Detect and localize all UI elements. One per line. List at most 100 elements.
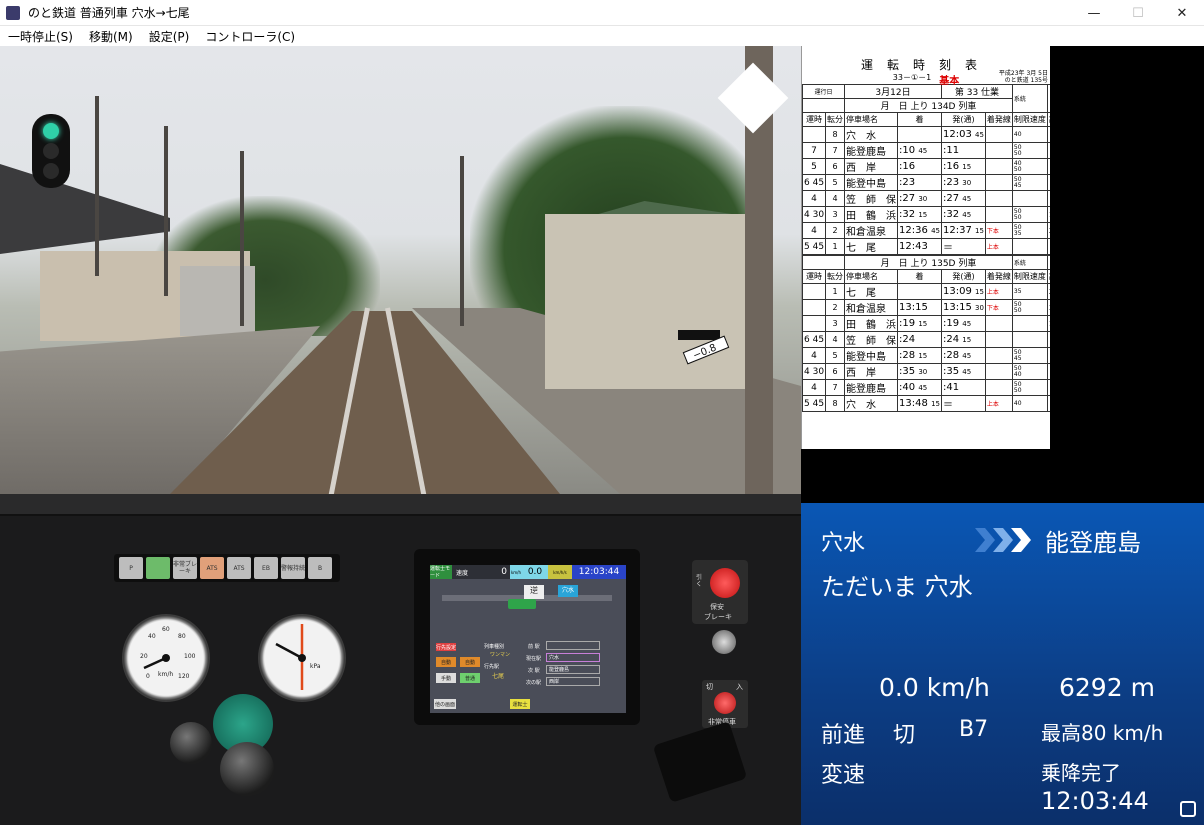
stop-label-off: 切 [706,683,713,691]
cab-button-ats-orange[interactable]: ATS [200,557,224,579]
tt2-direction: 上り [910,259,929,269]
tt-stop-no: 4 [825,331,846,348]
tt-arrival-time: :16 [899,161,916,172]
tt-arrival: :24 [897,331,942,348]
tt-departure: ＝ [940,395,986,412]
tt1-no: 第 [954,88,964,98]
tt-departure-sec: 15 [962,163,972,171]
signal-lamp-3 [43,163,59,179]
tt-stop-no: 8 [825,395,846,412]
monitor-btn-menu[interactable]: 他の画面 [434,699,456,709]
tt-departure-sec: 15 [975,227,984,235]
master-controller-handle[interactable] [652,721,748,803]
brake-handle-knob[interactable] [220,742,274,796]
timetable-row: 4 303田 鶴 浜:32 15:32 4550 50133D [802,206,1050,223]
menu-settings[interactable]: 設定(P) [141,28,198,45]
rotary-switch[interactable] [712,630,736,654]
tt-speed-limit: 50 50 [1011,299,1048,316]
title-bar: のと鉄道 普通列車 穴水→七尾 — ☐ ✕ [0,0,1204,26]
cab-button-ats[interactable]: ATS [227,557,251,579]
tt-departure-time: :19 [942,318,960,329]
tt1-date: 3月12日 [844,84,942,99]
cab-button-alarm[interactable]: 警報持続 [281,557,305,579]
timetable-section-1-rows: 8穴 水 12:03 45 40 7 7 能登鹿島:10 45:11 50 50 5 6 西 … [802,126,1050,255]
tt1-work-label: 仕業 [981,88,1000,98]
timetable-sub-left: 33－①－1 [892,73,932,82]
menu-move[interactable]: 移動(M) [81,28,141,45]
safety-brake-pull: 引く [696,574,703,588]
tt-stop-no: 6 [825,363,846,380]
minimize-button[interactable]: — [1072,0,1116,26]
cab-button-p[interactable]: P [119,557,143,579]
tt-departure: :19 45 [940,315,986,332]
tt-arrival-time: 13:48 [899,398,928,409]
cab-button-b[interactable]: B [308,557,332,579]
tt-departure-time: ＝ [942,400,953,411]
speedo-tick-80: 80 [178,633,186,640]
tt-speed-limit [1011,331,1048,348]
monitor-btn-auto[interactable]: 自動 [436,657,456,667]
tt1-month-day: 月 日 [880,102,908,112]
tt-departure-sec: 15 [962,336,972,344]
tt-speed-limit [1011,315,1048,332]
timetable-row: 4 30 6 西 岸:35 30:35 45 50 40 [802,363,1050,380]
tt-run-time: 6 45 [802,174,827,191]
speedo-tick-100: 100 [184,653,196,660]
timetable-row: 1七 尾 13:09 15上本352028M [802,283,1050,300]
transmission-readout: 変速 [821,763,866,788]
forward-view: −0.8 [0,46,801,494]
tt2-h-station: 停車場名 [844,269,899,284]
timetable-section-2-rows: 1七 尾 13:09 15上本352028M2和倉温泉13:15 13:15 3… [802,283,1050,412]
stop-switch-button[interactable] [714,692,736,714]
timetable-row: 56西 岸:16 :16 15 40 50 [802,158,1050,175]
safety-brake-panel: 引く 保安 ブレーキ [692,560,748,624]
tt-track: 下本 [984,222,1013,239]
reverser-handle[interactable] [170,722,212,764]
tt-speed-limit: 50 45 [1011,347,1048,364]
cab-button-green[interactable] [146,557,170,579]
tt-departure: 12:03 45 [940,126,986,143]
timetable-section-2: 月 日 上り 135D 列車 系統 3 1 運時 転分 停車場名 着 発(通) 着… [802,255,1050,412]
tt-departure-sec: 45 [962,211,972,219]
monitor-station-tag: 穴水 [558,585,578,597]
monitor-btn-info[interactable]: 運転士 [510,699,530,709]
cab-button-emergency-brake[interactable]: 非常ブレーキ [173,557,197,579]
tt-departure: :24 15 [940,331,986,348]
pressure-gauge-face: kPa [275,624,321,690]
tt-departure-time: :41 [942,382,960,393]
tt-arrival-time: :19 [899,318,916,329]
tt-departure: :41 [940,379,986,396]
tt-arrival-sec: 15 [918,320,928,328]
tt-track [984,206,1013,223]
app-icon [6,5,20,20]
tt-station: 田 鶴 浜 [844,206,899,223]
tt-stop-no: 5 [825,174,846,191]
status-message: ただいま 穴水 [821,573,973,601]
monitor-btn-dest[interactable]: 行先設定 [436,643,456,651]
close-button[interactable]: ✕ [1160,0,1204,26]
resize-icon[interactable] [1180,801,1196,817]
tt-departure-sec: 15 [975,288,984,296]
tt-departure: :11 [940,142,986,159]
tt-arrival-time: :40 [899,382,916,393]
maximize-button[interactable]: ☐ [1116,0,1160,26]
tt-departure: :16 15 [940,158,986,175]
monitor-btn-auto-2[interactable]: 自動 [460,657,480,667]
tt-speed-limit: 50 50 [1011,379,1048,396]
monitor-btn-normal[interactable]: 普通 [460,673,480,683]
tt-speed-limit [1011,190,1048,207]
menu-pause[interactable]: 一時停止(S) [0,28,81,45]
tt-track [984,158,1013,175]
tt1-h-dep: 発(通) [940,112,986,127]
tt-stop-no: 3 [825,206,846,223]
platform-canopy [0,164,170,254]
tt-departure: ＝ [940,238,986,255]
tt-stop-no: 7 [825,142,846,159]
cab-button-eb[interactable]: EB [254,557,278,579]
cab-monitor: 運転士モード 速度 0 km/h 0.0 km/h/s 12:03:44 逆 穴… [414,549,640,725]
safety-brake-button[interactable] [710,568,740,598]
tt-arrival-sec: 30 [918,195,928,203]
menu-controller[interactable]: コントローラ(C) [197,28,303,45]
monitor-btn-manual[interactable]: 手動 [436,673,456,683]
tt-departure-time: :32 [942,209,960,220]
